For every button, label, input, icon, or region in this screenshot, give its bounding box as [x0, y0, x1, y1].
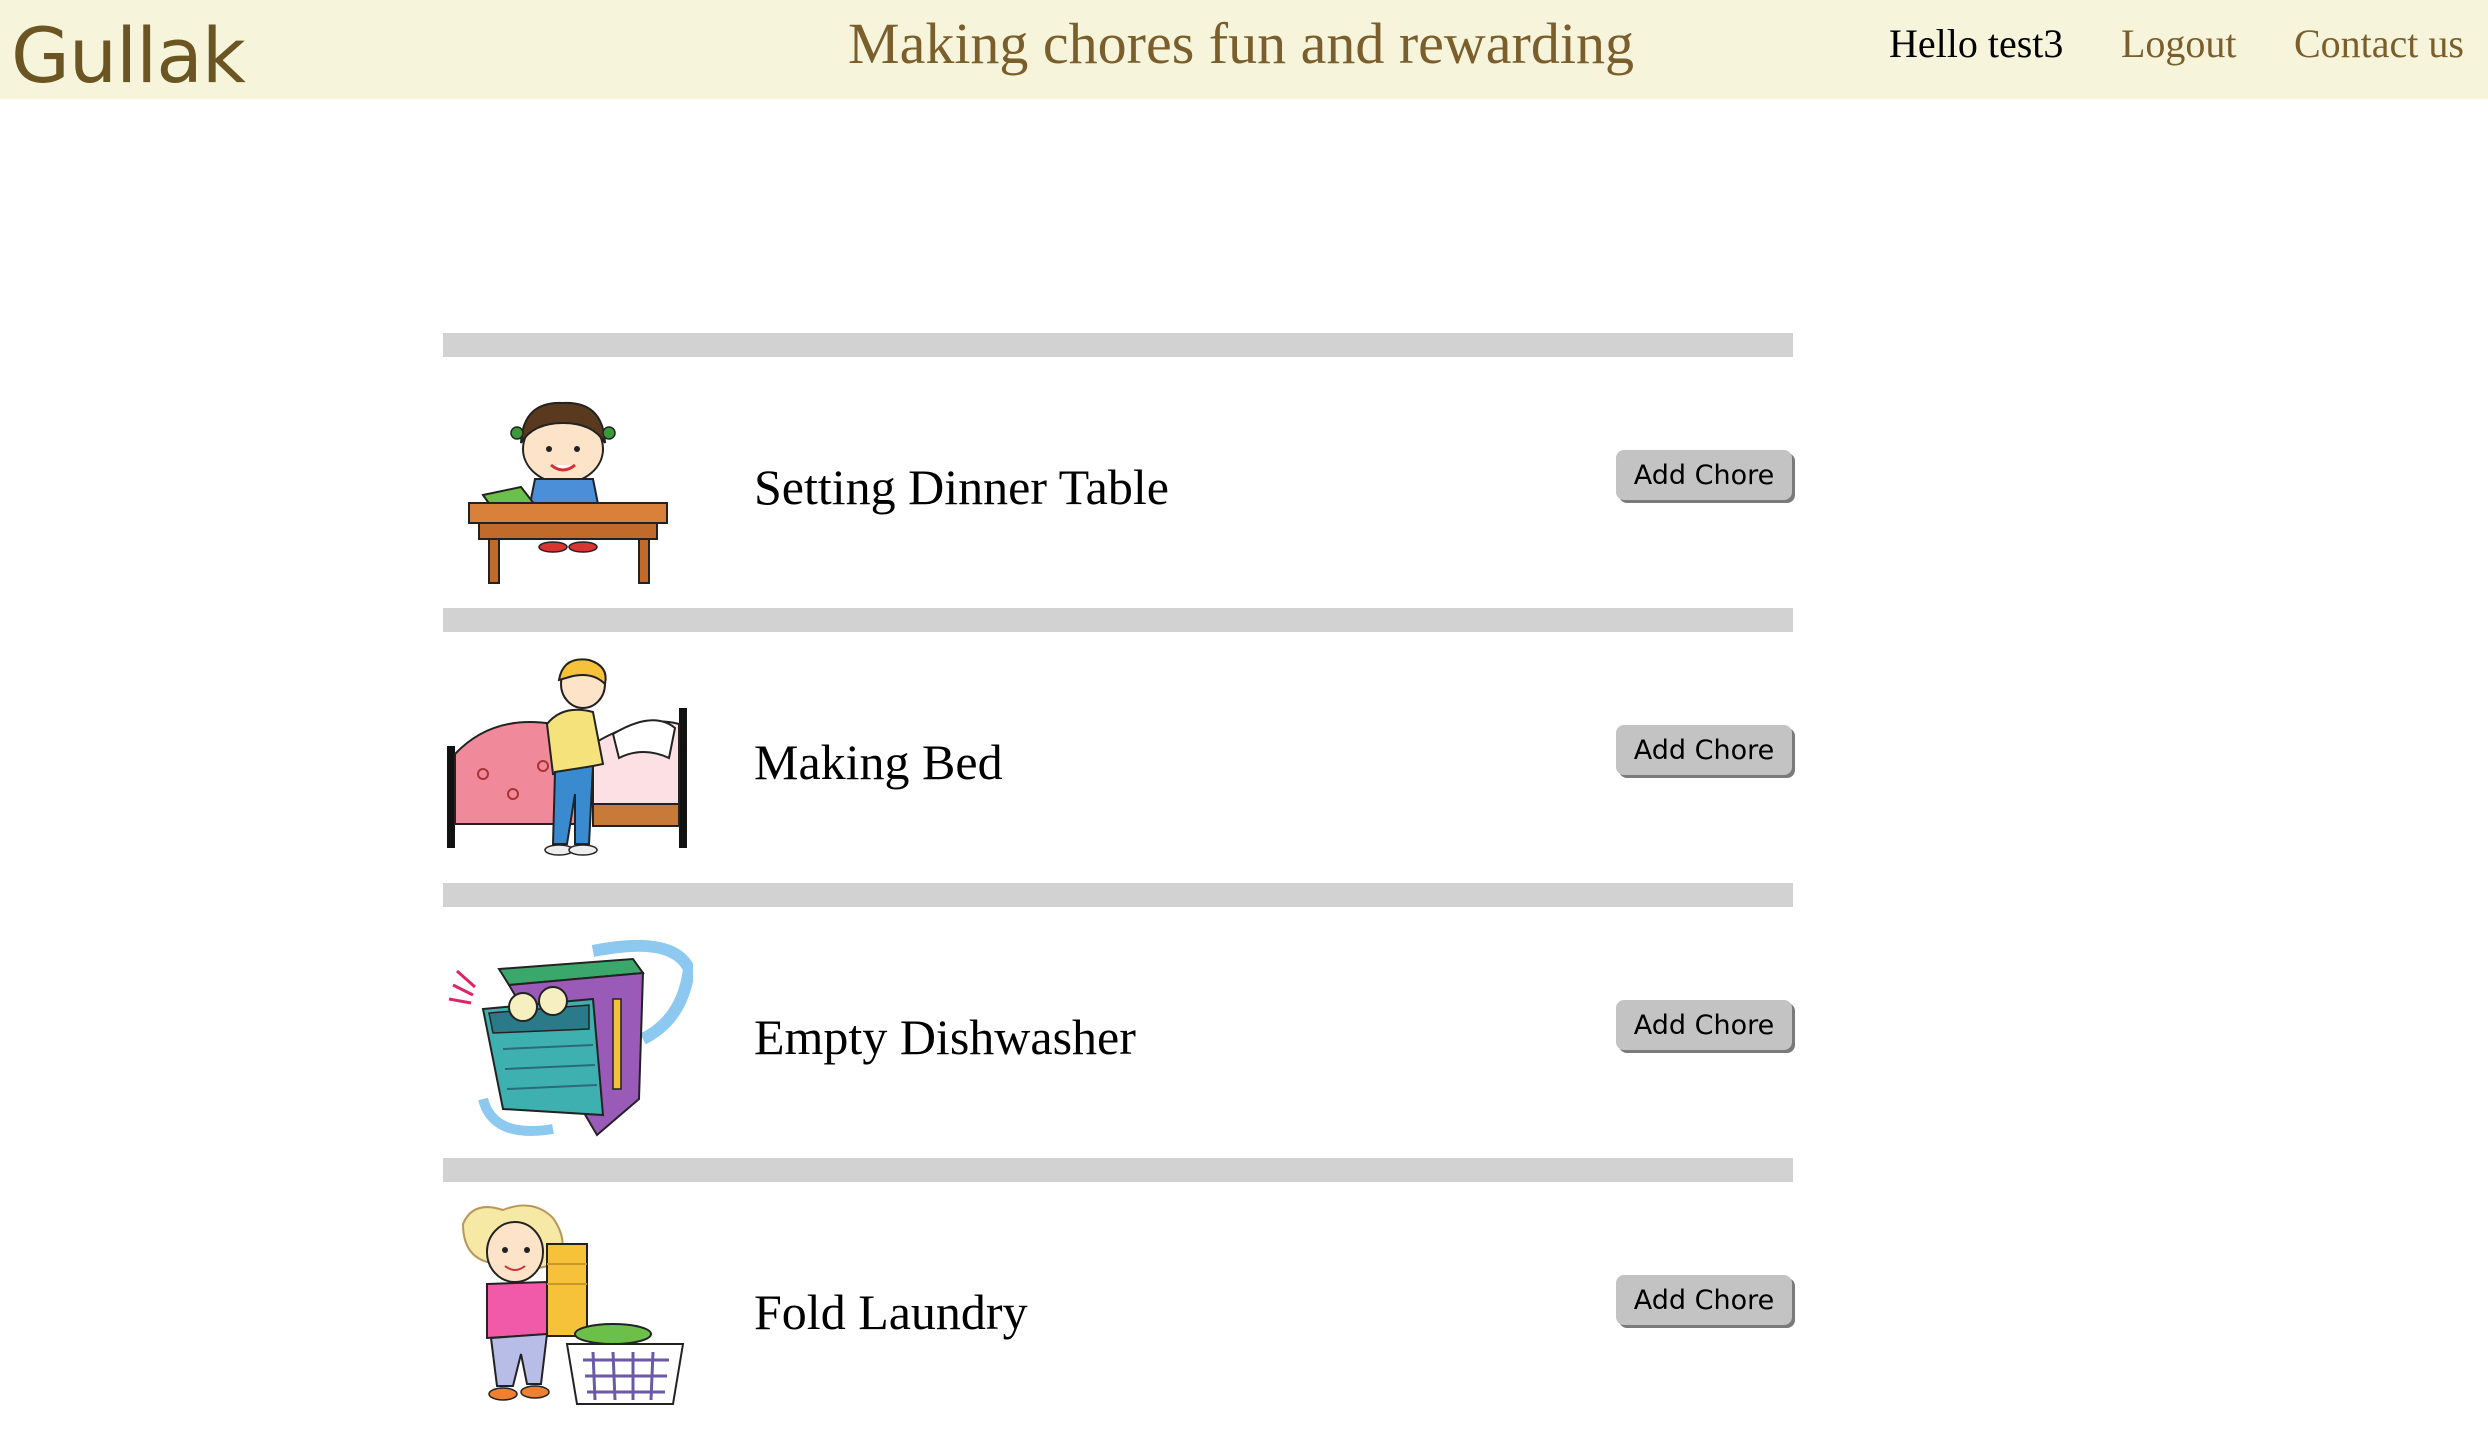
logout-link[interactable]: Logout — [2121, 12, 2237, 76]
laundry-girl-icon — [461, 1204, 685, 1405]
add-chore-button[interactable]: Add Chore — [1616, 1275, 1792, 1325]
chore-row: Setting Dinner Table Add Chore — [443, 357, 1793, 608]
add-chore-button[interactable]: Add Chore — [1616, 450, 1792, 500]
tagline: Making chores fun and rewarding — [848, 11, 1634, 76]
row-divider — [443, 1158, 1793, 1182]
chore-name: Making Bed — [754, 734, 1003, 790]
add-chore-button[interactable]: Add Chore — [1616, 1000, 1792, 1050]
chore-row: Making Bed Add Chore — [443, 632, 1793, 883]
making-bed-girl-icon — [447, 658, 687, 856]
add-chore-button[interactable]: Add Chore — [1616, 725, 1792, 775]
chore-list: Setting Dinner Table Add Chore Making Be… — [443, 333, 1793, 1433]
chore-name: Fold Laundry — [754, 1284, 1028, 1340]
user-greeting: Hello test3 — [1889, 21, 2064, 66]
chore-name: Setting Dinner Table — [754, 459, 1169, 515]
contact-link[interactable]: Contact us — [2294, 12, 2464, 76]
brand-logo[interactable]: Gullak — [11, 8, 246, 104]
row-divider — [443, 883, 1793, 907]
table-cleaning-girl-icon — [468, 401, 668, 584]
row-divider — [443, 608, 1793, 632]
chore-row: Fold Laundry Add Chore — [443, 1182, 1793, 1433]
chore-name: Empty Dishwasher — [754, 1009, 1136, 1065]
top-header: Gullak Making chores fun and rewarding H… — [0, 0, 2488, 100]
chore-row: Empty Dishwasher Add Chore — [443, 907, 1793, 1158]
dishwasher-icon — [448, 939, 693, 1137]
row-divider — [443, 333, 1793, 357]
